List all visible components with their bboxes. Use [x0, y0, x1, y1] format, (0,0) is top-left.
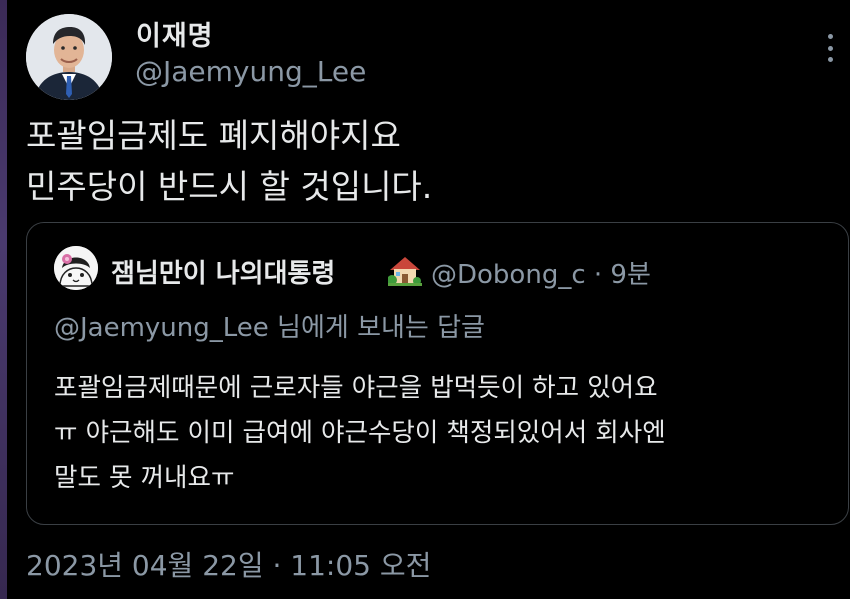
- tweet: 이재명 @Jaemyung_Lee 포괄임금제도 폐지해야지요 민주당이 반드시…: [7, 0, 850, 599]
- author-handle[interactable]: @Jaemyung_Lee: [135, 55, 366, 88]
- more-vertical-icon-dot: [827, 57, 833, 62]
- window-edge-strip: [0, 0, 7, 599]
- quoted-author-avatar[interactable]: [54, 246, 98, 290]
- tweet-timestamp[interactable]: 2023년 04월 22일 · 11:05 오전: [26, 544, 431, 584]
- more-vertical-icon-dot: [827, 45, 833, 51]
- author-avatar[interactable]: [26, 14, 112, 100]
- house-with-garden-icon: [388, 257, 422, 286]
- quoted-tweet-card[interactable]: 잼님만이 나의대통령 @Dobong_c · 9분 @Jaemyung_Lee …: [26, 222, 849, 525]
- quoted-text-line: 포괄임금제때문에 근로자들 야근을 밥먹듯이 하고 있어요: [54, 373, 658, 403]
- quoted-handle-time[interactable]: @Dobong_c · 9분: [431, 254, 651, 291]
- author-avatar-photo: [26, 14, 112, 100]
- quoted-author-name[interactable]: 잼님만이 나의대통령: [111, 253, 335, 290]
- replying-to-label: @Jaemyung_Lee 님에게 보내는 답글: [54, 313, 485, 343]
- quoted-tweet-text: 포괄임금제때문에 근로자들 야근을 밥먹듯이 하고 있어요 ㅠ 야근해도 이미 …: [54, 366, 844, 501]
- quoted-avatar-photo: [54, 246, 98, 290]
- more-options-button[interactable]: [818, 30, 842, 66]
- quoted-text-line: 말도 못 꺼내요ㅠ: [54, 463, 235, 493]
- tweet-text: 포괄임금제도 폐지해야지요 민주당이 반드시 할 것입니다.: [26, 110, 826, 212]
- quoted-text-line: ㅠ 야근해도 이미 급여에 야근수당이 책정되있어서 회사엔: [54, 418, 666, 448]
- tweet-text-line: 민주당이 반드시 할 것입니다.: [26, 167, 433, 206]
- more-vertical-icon: [827, 34, 833, 39]
- author-name[interactable]: 이재명: [136, 14, 214, 53]
- tweet-text-line: 포괄임금제도 폐지해야지요: [26, 116, 401, 155]
